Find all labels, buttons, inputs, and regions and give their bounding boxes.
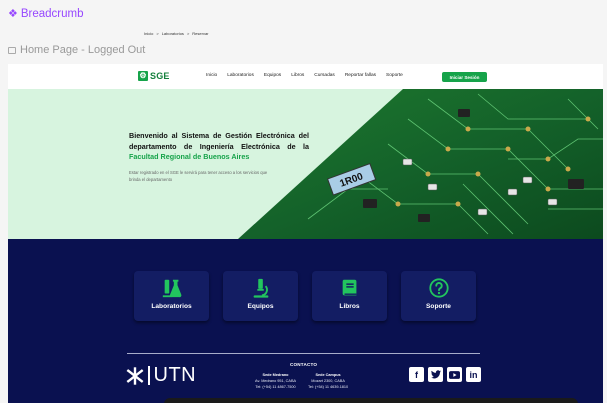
card-soporte[interactable]: Soporte — [401, 271, 476, 321]
component-label-text: Breadcrumb — [20, 8, 84, 20]
hero-title-highlight: Facultad Regional de Buenos Aires — [129, 152, 250, 161]
utn-logo-text: UTN — [153, 364, 197, 386]
card-label: Equipos — [247, 303, 274, 310]
home-page-frame: ⚙ SGE Inicio Laboratorios Equipos Libros… — [8, 64, 603, 403]
frame-label-text: Home Page - Logged Out — [20, 44, 146, 56]
hero-section: 1R00 Bienvenido al Sistema de Gestión El… — [8, 89, 603, 239]
help-icon — [428, 278, 449, 298]
circuit-board-image: 1R00 — [238, 89, 603, 239]
nav-link-cursadas[interactable]: Cursadas — [314, 73, 335, 78]
nav-link-equipos[interactable]: Equipos — [264, 73, 281, 78]
linkedin-icon[interactable]: in — [466, 367, 481, 382]
breadcrumb-separator: > — [156, 31, 159, 36]
frame-icon — [8, 46, 16, 54]
sede-phone: Tel: (+54) 11 4867-7500 — [255, 385, 296, 389]
logo-text: SGE — [150, 71, 170, 81]
book-icon — [342, 279, 356, 296]
bottom-bar — [164, 398, 578, 403]
twitter-icon[interactable] — [428, 367, 443, 382]
component-icon: ❖ — [8, 7, 18, 20]
sge-logo[interactable]: ⚙ SGE — [138, 71, 170, 81]
nav-link-inicio[interactable]: Inicio — [206, 73, 217, 78]
lab-icon — [162, 279, 181, 298]
logo-icon: ⚙ — [138, 71, 148, 81]
youtube-icon[interactable] — [447, 367, 462, 382]
breadcrumb-separator: > — [186, 31, 190, 36]
breadcrumb-item-laboratorios[interactable]: Laboratorios — [162, 31, 184, 36]
breadcrumb-item-reservar[interactable]: Reservar — [192, 31, 208, 36]
hero-title-text: Bienvenido al Sistema de Gestión Electró… — [129, 131, 309, 151]
card-label: Laboratorios — [151, 303, 192, 310]
breadcrumb: Inicio > Laboratorios > Reservar — [144, 31, 209, 36]
sede-phone: Tel: (+54) 11 4639-1810 — [308, 385, 349, 389]
card-label: Soporte — [426, 303, 451, 310]
card-label: Libros — [339, 303, 360, 310]
frame-label[interactable]: Home Page - Logged Out — [8, 44, 145, 56]
microscope-icon — [253, 278, 268, 298]
social-links: f in — [409, 367, 481, 382]
nav-link-laboratorios[interactable]: Laboratorios — [227, 73, 254, 78]
hero-title: Bienvenido al Sistema de Gestión Electró… — [129, 131, 309, 163]
utn-emblem-icon — [126, 366, 144, 385]
sede-campus: Sede Campus Mozart 2300, CABA Tel: (+54)… — [308, 372, 348, 390]
facebook-icon[interactable]: f — [409, 367, 424, 382]
utn-logo[interactable]: UTN — [126, 364, 196, 387]
component-label[interactable]: ❖ Breadcrumb — [8, 8, 84, 20]
nav-link-reportar-fallas[interactable]: Reportar fallas — [345, 73, 376, 78]
card-equipos[interactable]: Equipos — [223, 271, 298, 321]
nav-links: Inicio Laboratorios Equipos Libros Cursa… — [206, 73, 403, 78]
logo-separator — [148, 366, 150, 385]
nav-link-soporte[interactable]: Soporte — [386, 73, 403, 78]
card-laboratorios[interactable]: Laboratorios — [134, 271, 209, 321]
footer-divider — [127, 353, 480, 354]
login-button[interactable]: Iniciar Sesión — [442, 72, 487, 82]
navbar: ⚙ SGE Inicio Laboratorios Equipos Libros… — [8, 64, 603, 89]
card-libros[interactable]: Libros — [312, 271, 387, 321]
sede-medrano: Sede Medrano Av. Medrano 951, CABA Tel: … — [255, 372, 296, 390]
hero-subtitle: Estar registrado en el SGE le servirá pa… — [129, 170, 268, 182]
contact-title: CONTACTO — [290, 362, 318, 367]
breadcrumb-item-inicio[interactable]: Inicio — [144, 31, 153, 36]
nav-link-libros[interactable]: Libros — [291, 73, 304, 78]
